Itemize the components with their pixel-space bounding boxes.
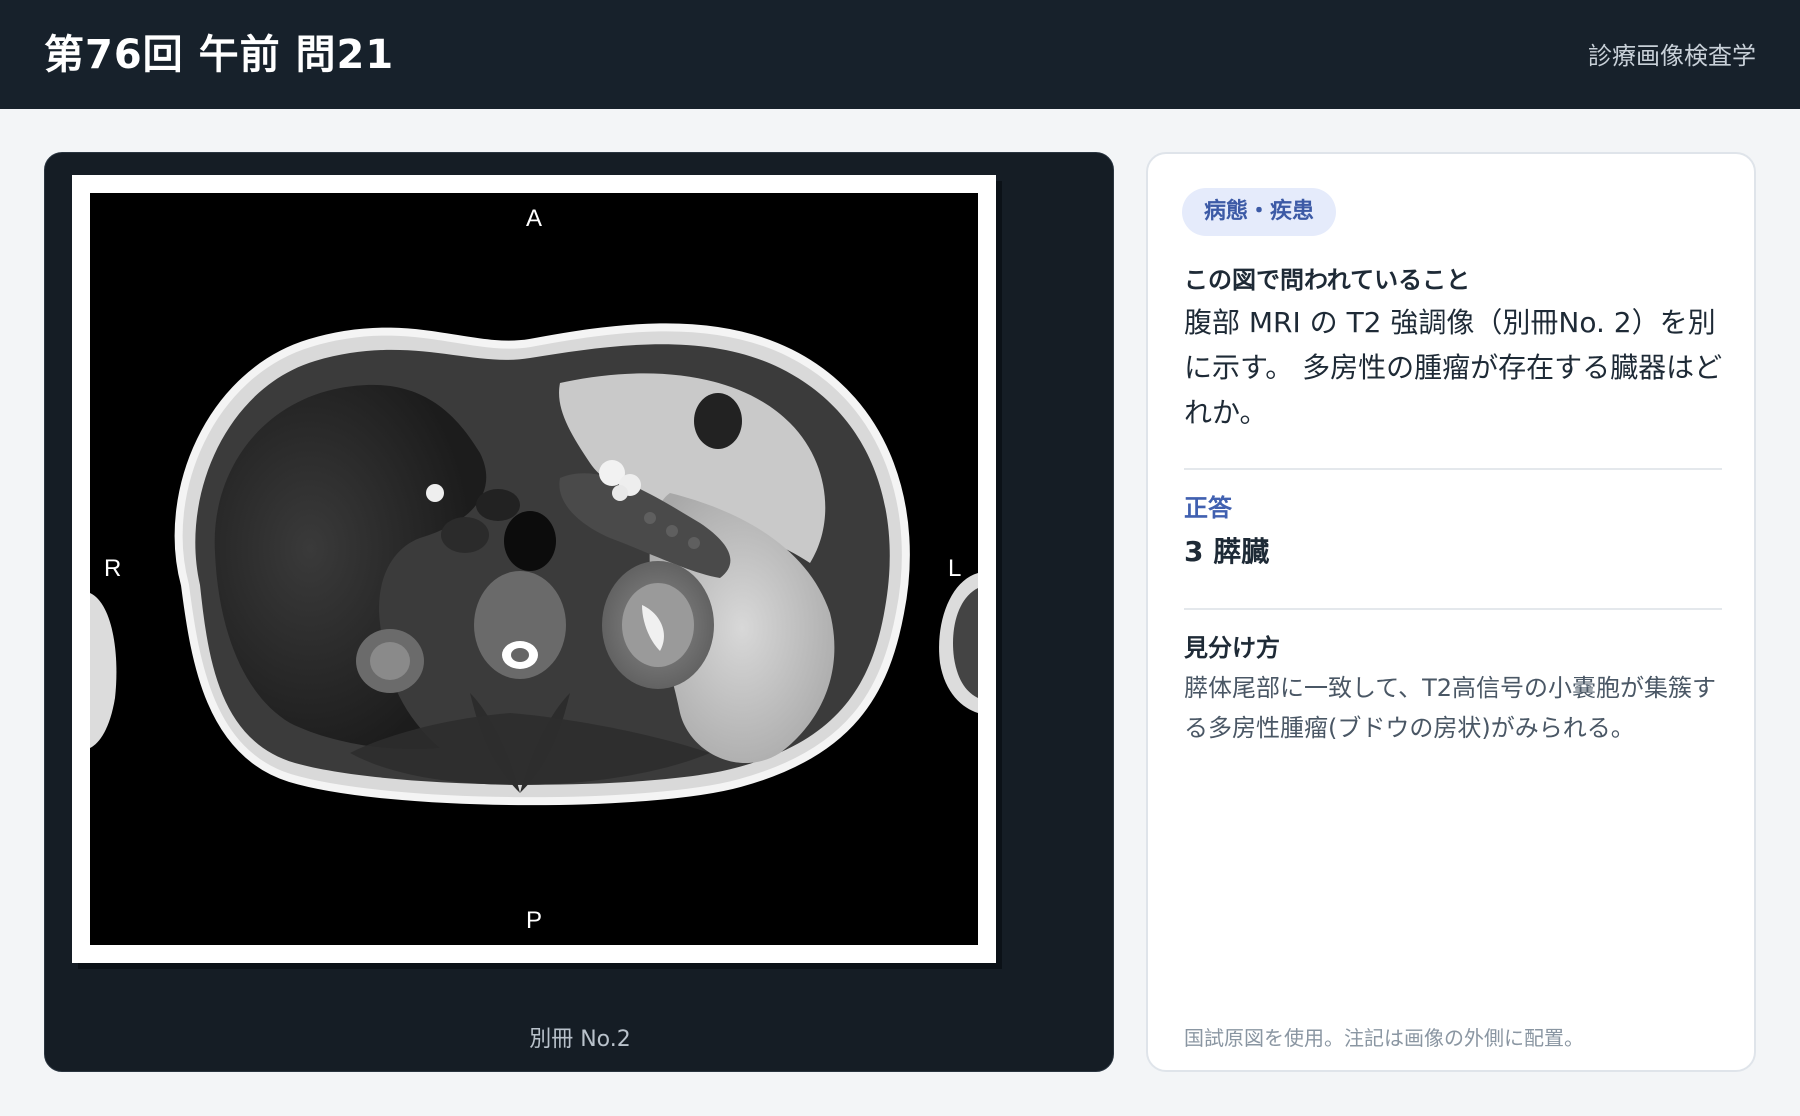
subject-label: 診療画像検査学	[1588, 42, 1756, 70]
tip-text: 膵体尾部に一致して、T2高信号の小嚢胞が集簇する多房性腫瘤(ブドウの房状)がみら…	[1184, 674, 1717, 742]
image-caption: 別冊 No.2	[529, 1027, 631, 1052]
orientation-anterior: A	[526, 205, 543, 232]
question-heading: この図で問われていること	[1184, 266, 1471, 294]
answer-label: 正答	[1184, 494, 1232, 522]
orientation-left: L	[948, 555, 962, 582]
divider	[1184, 608, 1722, 610]
top-bar: 第76回 午前 問21 診療画像検査学	[0, 0, 1800, 109]
mri-image[interactable]: A P R L	[90, 193, 978, 945]
tip-heading: 見分け方	[1184, 634, 1280, 662]
explanation-panel: 病態・疾患 この図で問われていること 腹部 MRI の T2 強調像（別冊No.…	[1146, 152, 1756, 1072]
image-frame: A P R L	[72, 175, 996, 963]
orientation-posterior: P	[526, 907, 543, 934]
question-text: 腹部 MRI の T2 強調像（別冊No. 2）を別に示す。 多房性の腫瘤が存在…	[1184, 306, 1723, 429]
category-tag: 病態・疾患	[1182, 188, 1337, 236]
image-viewer: A P R L 別冊 No.2	[44, 152, 1114, 1072]
footnote: 国試原図を使用。注記は画像の外側に配置。	[1184, 1026, 1584, 1050]
answer-text: 3 膵臓	[1184, 535, 1270, 568]
divider	[1184, 468, 1722, 470]
mri-scan-graphic	[90, 323, 978, 806]
page-title: 第76回 午前 問21	[44, 32, 395, 78]
orientation-right: R	[104, 555, 122, 582]
